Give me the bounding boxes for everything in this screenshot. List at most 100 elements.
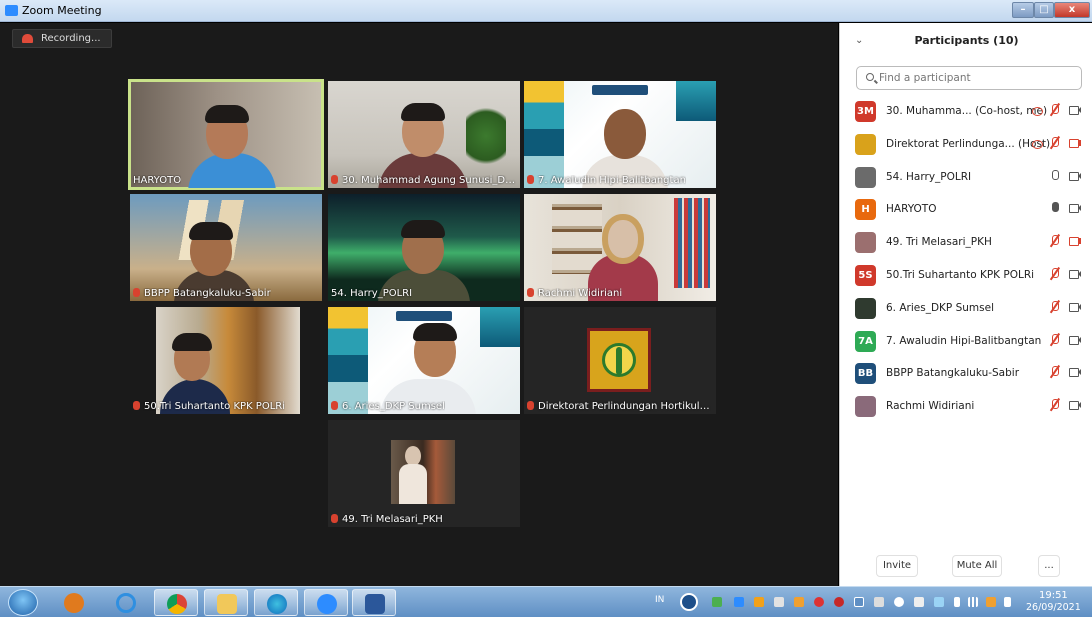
camera-icon[interactable] <box>1069 366 1081 378</box>
mute-all-button[interactable]: Mute All <box>952 555 1002 577</box>
help-icon[interactable] <box>680 593 698 611</box>
avatar: BB <box>855 363 876 385</box>
camera-icon[interactable] <box>1069 202 1081 214</box>
taskbar-media-player[interactable] <box>52 589 96 616</box>
video-tile-tri-melasari[interactable]: 49. Tri Melasari_PKH <box>328 420 520 527</box>
video-tile-bbpp[interactable]: BBPP Batangkaluku-Sabir <box>130 194 322 301</box>
participant-row[interactable]: 5S 50.Tri Suhartanto KPK POLRi <box>840 259 1092 292</box>
search-icon <box>866 73 874 81</box>
participant-search-input[interactable]: Find a participant <box>856 66 1082 90</box>
participant-row[interactable]: 3M 30. Muhamma... (Co-host, me) <box>840 95 1092 128</box>
tray-app-icon[interactable] <box>834 597 844 607</box>
taskbar-file-explorer[interactable] <box>204 589 248 616</box>
camera-off-icon[interactable] <box>1069 137 1081 149</box>
taskbar-internet-explorer[interactable] <box>104 589 148 616</box>
participant-row[interactable]: Rachmi Widiriani <box>840 390 1092 423</box>
participant-row[interactable]: H HARYOTO <box>840 193 1092 226</box>
tile-name: 49. Tri Melasari_PKH <box>331 514 443 525</box>
invite-button[interactable]: Invite <box>876 555 918 577</box>
taskbar-zoom[interactable] <box>304 589 348 616</box>
camera-icon[interactable] <box>1069 399 1081 411</box>
tray-shield-icon[interactable] <box>854 597 864 607</box>
taskbar-edge[interactable] <box>254 589 298 616</box>
mic-muted-icon <box>331 401 338 410</box>
taskbar-clock[interactable]: 19:51 26/09/2021 <box>1026 590 1081 614</box>
participant-name: 7. Awaludin Hipi-Balitbangtan <box>886 334 1042 347</box>
avatar <box>855 297 876 319</box>
mic-muted-icon[interactable] <box>1049 267 1061 280</box>
participant-row[interactable]: 6. Aries_DKP Sumsel <box>840 292 1092 325</box>
camera-icon[interactable] <box>1069 104 1081 116</box>
participants-title: Participants (10) <box>914 34 1019 47</box>
mic-muted-icon[interactable] <box>1049 104 1061 116</box>
taskbar-word[interactable] <box>352 589 396 616</box>
mic-muted-icon[interactable] <box>1049 333 1061 346</box>
mic-muted-icon[interactable] <box>1049 399 1061 411</box>
tray-app-icon[interactable] <box>794 597 804 607</box>
video-tile-muhammad[interactable]: 30. Muhammad Agung Sunusi_Ditje... <box>328 81 520 188</box>
participant-name: 6. Aries_DKP Sumsel <box>886 301 994 314</box>
minimize-button[interactable]: – <box>1012 2 1034 18</box>
participant-row[interactable]: Direktorat Perlindunga... (Host) <box>840 128 1092 161</box>
avatar: H <box>855 199 876 221</box>
participants-panel: ⌄ Participants (10) Find a participant 3… <box>839 23 1092 586</box>
avatar <box>855 133 876 155</box>
close-button[interactable]: x <box>1054 2 1090 18</box>
participant-row[interactable]: 7A 7. Awaludin Hipi-Balitbangtan <box>840 325 1092 358</box>
participant-row[interactable]: BB BBPP Batangkaluku-Sabir <box>840 357 1092 390</box>
tray-app-icon[interactable] <box>894 597 904 607</box>
camera-off-icon[interactable] <box>1069 235 1081 247</box>
tray-app-icon[interactable] <box>914 597 924 607</box>
clock-date: 26/09/2021 <box>1026 602 1081 613</box>
cloud-recording-icon <box>22 34 33 43</box>
tile-name-text: 30. Muhammad Agung Sunusi_Ditje... <box>342 175 517 186</box>
camera-icon[interactable] <box>1069 301 1081 313</box>
volume-icon[interactable] <box>1004 597 1011 607</box>
tray-app-icon[interactable] <box>774 597 784 607</box>
mic-icon[interactable] <box>1049 169 1061 182</box>
tray-zoom-icon[interactable] <box>734 597 744 607</box>
mic-muted-icon[interactable] <box>1049 366 1061 378</box>
camera-icon[interactable] <box>1069 334 1081 346</box>
start-button[interactable] <box>8 589 38 616</box>
input-language[interactable]: IN <box>655 595 664 605</box>
mic-icon[interactable] <box>1049 202 1061 214</box>
mic-muted-icon[interactable] <box>1049 235 1061 247</box>
flag-icon[interactable] <box>954 597 960 607</box>
participant-row[interactable]: 54. Harry_POLRI <box>840 161 1092 194</box>
tile-name: 7. Awaludin Hipi-Balitbangtan <box>527 175 686 186</box>
mic-muted-icon[interactable] <box>1049 300 1061 313</box>
tile-name: 54. Harry_POLRI <box>331 288 412 299</box>
clock-time: 19:51 <box>1038 590 1068 601</box>
network-icon[interactable] <box>968 597 978 607</box>
video-tile-haryoto[interactable]: HARYOTO <box>128 79 324 190</box>
taskbar-chrome[interactable] <box>154 589 198 616</box>
windows-taskbar: IN 19:51 26/09/2021 <box>0 586 1092 617</box>
tray-app-icon[interactable] <box>712 597 722 607</box>
camera-icon[interactable] <box>1069 170 1081 182</box>
more-options-button[interactable]: ... <box>1038 555 1060 577</box>
video-tile-harry[interactable]: 54. Harry_POLRI <box>328 194 520 301</box>
participant-list: 3M 30. Muhamma... (Co-host, me) Direktorat… <box>840 95 1092 423</box>
tile-name: 50.Tri Suhartanto KPK POLRi <box>133 401 285 412</box>
tray-app-icon[interactable] <box>934 597 944 607</box>
maximize-button[interactable]: □ <box>1034 2 1054 18</box>
video-tile-awaludin[interactable]: 7. Awaludin Hipi-Balitbangtan <box>524 81 716 188</box>
tile-name: 6. Aries_DKP Sumsel <box>331 401 445 412</box>
camera-icon[interactable] <box>1069 268 1081 280</box>
recording-indicator[interactable]: Recording... <box>12 29 112 48</box>
tray-app-icon[interactable] <box>986 597 996 607</box>
video-tile-tri-suhartanto[interactable]: 50.Tri Suhartanto KPK POLRi <box>130 307 322 414</box>
video-tile-direktorat[interactable]: Direktorat Perlindungan Hortikultura <box>524 307 716 414</box>
recording-icon <box>1032 104 1044 116</box>
mic-muted-icon[interactable] <box>1049 136 1061 149</box>
tray-app-icon[interactable] <box>814 597 824 607</box>
video-tile-rachmi[interactable]: Rachmi Widiriani <box>524 194 716 301</box>
mic-muted-icon <box>527 175 534 184</box>
tile-name-text: Rachmi Widiriani <box>538 288 623 299</box>
participant-row[interactable]: 49. Tri Melasari_PKH <box>840 226 1092 259</box>
video-tile-aries[interactable]: 6. Aries_DKP Sumsel <box>328 307 520 414</box>
tray-app-icon[interactable] <box>874 597 884 607</box>
tray-app-icon[interactable] <box>754 597 764 607</box>
tile-name: 30. Muhammad Agung Sunusi_Ditje... <box>331 175 517 186</box>
